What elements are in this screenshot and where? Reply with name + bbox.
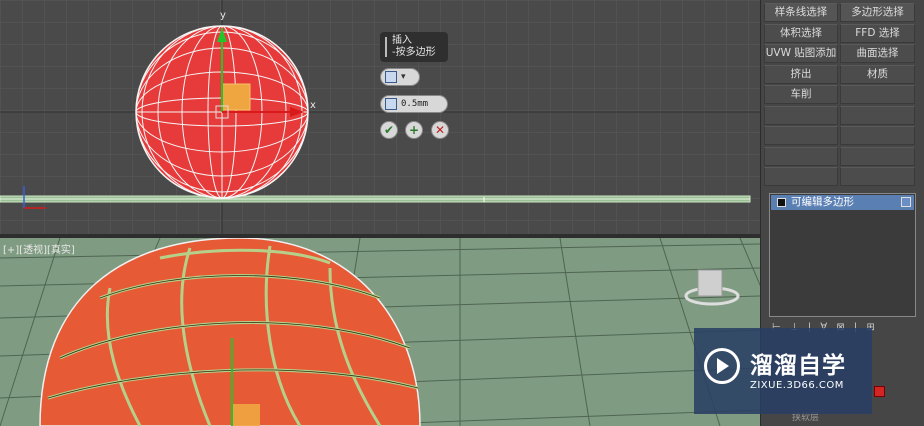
modifier-button[interactable]: 体积选择 [764, 23, 838, 43]
caddy-title-line2: -按多边形 [392, 47, 436, 58]
modifier-button[interactable] [840, 85, 915, 104]
front-viewport[interactable]: y x 插入 -按多边形 ▾ 0.5mm ✔ + ✕ [0, 0, 760, 234]
modifier-button[interactable] [764, 167, 838, 186]
cancel-button[interactable]: ✕ [431, 121, 449, 139]
watermark-title: 溜溜自学 [750, 353, 846, 379]
apply-continue-button[interactable]: + [405, 121, 423, 139]
modifier-button[interactable] [764, 105, 838, 125]
modifier-button[interactable]: FFD 选择 [840, 23, 915, 43]
dropdown-arrow-icon: ▾ [401, 72, 406, 82]
axis-y-label: y [220, 10, 226, 21]
modifier-button[interactable]: 挤出 [764, 64, 838, 84]
perspective-viewport[interactable]: [+][透视][真实] [0, 238, 760, 426]
modifier-button[interactable] [840, 146, 915, 166]
modifier-button[interactable]: UVW 贴图添加 [764, 44, 838, 63]
modifier-button[interactable] [840, 167, 915, 186]
axis-x-label: x [310, 100, 316, 111]
modifier-button[interactable] [840, 126, 915, 145]
caddy-title: 插入 -按多边形 [380, 32, 448, 62]
modifier-button[interactable]: 曲面选择 [840, 44, 915, 63]
watermark-url: ZIXUE.3D66.COM [750, 380, 844, 391]
modifier-stack-item-label: 可编辑多边形 [791, 196, 854, 208]
modifier-button[interactable] [840, 105, 915, 125]
plus-icon: + [408, 123, 420, 137]
red-cube-icon [874, 386, 885, 397]
close-icon: ✕ [434, 123, 446, 137]
amount-icon [385, 98, 397, 110]
ok-button[interactable]: ✔ [380, 121, 398, 139]
viewport-label[interactable]: [+][透视][真实] [3, 241, 75, 256]
check-icon: ✔ [383, 123, 395, 137]
modifier-button[interactable]: 样条线选择 [764, 3, 838, 22]
play-triangle-icon [717, 358, 729, 374]
caddy-title-line1: 插入 [392, 35, 412, 46]
watermark: 溜溜自学 ZIXUE.3D66.COM [694, 328, 872, 414]
insert-amount-field[interactable]: 0.5mm [380, 95, 448, 113]
expand-icon[interactable] [777, 198, 786, 207]
toggle-icon[interactable] [901, 197, 911, 207]
modifier-button[interactable] [764, 126, 838, 145]
modifier-stack-item[interactable]: 可编辑多边形 [771, 195, 914, 210]
modifier-button[interactable] [764, 146, 838, 166]
modifier-button[interactable]: 材质 [840, 64, 915, 84]
modifier-button[interactable]: 多边形选择 [840, 3, 915, 22]
insert-amount-value: 0.5mm [401, 99, 429, 109]
modifier-button[interactable]: 车削 [764, 85, 838, 104]
perspective-viewport-canvas [0, 238, 760, 426]
modifier-stack[interactable]: 可编辑多边形 [769, 193, 916, 317]
insert-type-dropdown[interactable]: ▾ [380, 68, 420, 86]
grid-icon [385, 71, 397, 83]
